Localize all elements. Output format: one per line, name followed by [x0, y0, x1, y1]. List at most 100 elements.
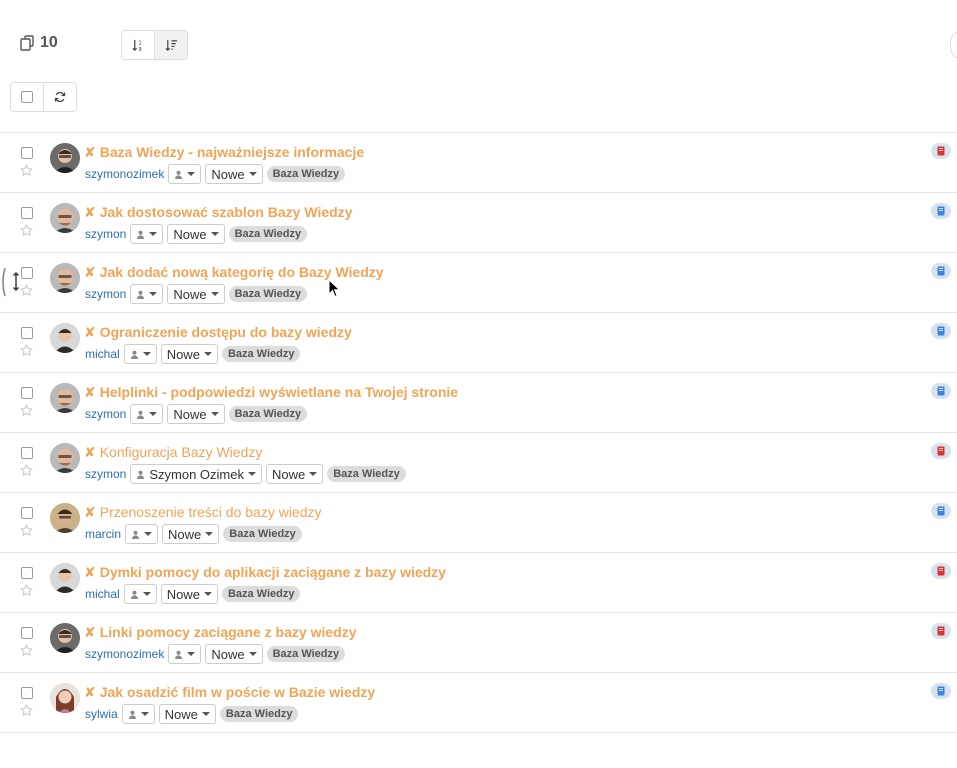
article-title-text[interactable]: Przenoszenie treści do bazy wiedzy: [100, 504, 322, 520]
author-link[interactable]: szymonozimek: [85, 647, 164, 661]
row-checkbox[interactable]: [21, 207, 33, 219]
select-all-button[interactable]: [11, 83, 43, 111]
assignee-dropdown[interactable]: [168, 644, 202, 664]
list-item[interactable]: ✘ Dymki pomocy do aplikacji zaciągane z b…: [0, 553, 957, 613]
star-icon[interactable]: [20, 224, 33, 237]
author-link[interactable]: szymon: [85, 467, 126, 481]
row-checkbox[interactable]: [21, 507, 33, 519]
author-link[interactable]: marcin: [85, 527, 121, 541]
row-checkbox[interactable]: [21, 567, 33, 579]
list-item[interactable]: ✘ Jak osadzić film w poście w Bazie wiedz…: [0, 673, 957, 733]
assignee-dropdown[interactable]: [123, 584, 157, 604]
row-checkbox[interactable]: [21, 687, 33, 699]
author-link[interactable]: michal: [85, 347, 120, 361]
assignee-dropdown[interactable]: [168, 164, 202, 184]
list-item[interactable]: ✘ Linki pomocy zaciągane z bazy wiedzy sz…: [0, 613, 957, 673]
author-link[interactable]: michal: [85, 587, 120, 601]
resize-handle[interactable]: [0, 262, 22, 302]
refresh-button[interactable]: [43, 83, 76, 111]
list-header: 10 19: [0, 0, 957, 130]
status-dropdown[interactable]: Nowe: [167, 224, 225, 244]
assignee-dropdown[interactable]: [130, 284, 164, 304]
author-link[interactable]: szymon: [85, 407, 126, 421]
person-icon: [130, 350, 138, 359]
category-tag[interactable]: Baza Wiedzy: [327, 466, 406, 482]
row-checkbox[interactable]: [21, 447, 33, 459]
row-checkbox[interactable]: [21, 627, 33, 639]
sort-list-button[interactable]: [154, 31, 187, 59]
category-tag[interactable]: Baza Wiedzy: [266, 166, 346, 182]
author-link[interactable]: sylwia: [85, 707, 118, 721]
article-title[interactable]: ✘ Helplinki - podpowiedzi wyświetlane na …: [84, 384, 458, 401]
star-icon[interactable]: [20, 644, 33, 657]
assignee-dropdown[interactable]: [121, 704, 155, 724]
list-item[interactable]: ✘ Jak dostosować szablon Bazy Wiedzy szym…: [0, 193, 957, 253]
row-checkbox[interactable]: [21, 267, 33, 279]
star-icon[interactable]: [20, 704, 33, 717]
article-title-text[interactable]: Baza Wiedzy - najważniejsze informacje: [100, 144, 364, 160]
category-tag[interactable]: Baza Wiedzy: [221, 586, 301, 602]
category-tag[interactable]: Baza Wiedzy: [228, 226, 308, 242]
article-title-text[interactable]: Konfiguracja Bazy Wiedzy: [100, 444, 263, 460]
assignee-dropdown[interactable]: Szymon Ozimek: [130, 464, 262, 484]
star-icon[interactable]: [20, 464, 33, 477]
assignee-dropdown[interactable]: [130, 224, 164, 244]
status-dropdown[interactable]: Nowe: [162, 524, 220, 544]
article-title[interactable]: ✘ Baza Wiedzy - najważniejsze informacje: [84, 144, 364, 161]
list-item[interactable]: ✘ Jak dodać nową kategorię do Bazy Wiedzy…: [0, 253, 957, 313]
article-title[interactable]: ✘ Konfiguracja Bazy Wiedzy: [84, 444, 262, 461]
sort-numeric-button[interactable]: 19: [122, 31, 154, 59]
status-dropdown[interactable]: Nowe: [158, 704, 216, 724]
assignee-dropdown[interactable]: [125, 524, 159, 544]
list-item[interactable]: ✘ Przenoszenie treści do bazy wiedzy marc…: [0, 493, 957, 553]
author-link[interactable]: szymon: [85, 287, 126, 301]
row-checkbox[interactable]: [21, 327, 33, 339]
person-icon: [137, 230, 145, 239]
status-dropdown[interactable]: Nowe: [160, 344, 218, 364]
category-tag[interactable]: Baza Wiedzy: [228, 286, 308, 302]
select-all-checkbox[interactable]: [21, 91, 33, 103]
star-icon[interactable]: [20, 584, 33, 597]
article-meta: szymonozimek Nowe Baza Wiedzy: [85, 644, 346, 664]
category-tag[interactable]: Baza Wiedzy: [221, 346, 301, 362]
category-tag[interactable]: Baza Wiedzy: [266, 646, 346, 662]
author-link[interactable]: szymonozimek: [85, 167, 164, 181]
list-item[interactable]: ✘ Baza Wiedzy - najważniejsze informacje …: [0, 133, 957, 193]
article-title-text[interactable]: Linki pomocy zaciągane z bazy wiedzy: [100, 624, 357, 640]
article-title[interactable]: ✘ Linki pomocy zaciągane z bazy wiedzy: [84, 624, 356, 641]
status-dropdown[interactable]: Nowe: [265, 464, 324, 484]
status-dropdown[interactable]: Nowe: [167, 404, 225, 424]
right-edge-button[interactable]: [950, 30, 957, 60]
list-item[interactable]: ✘ Ograniczenie dostępu do bazy wiedzy mic…: [0, 313, 957, 373]
close-icon: ✘: [84, 264, 96, 280]
status-dropdown[interactable]: Nowe: [167, 284, 225, 304]
category-tag[interactable]: Baza Wiedzy: [219, 706, 299, 722]
category-tag[interactable]: Baza Wiedzy: [228, 406, 308, 422]
status-dropdown[interactable]: Nowe: [160, 584, 218, 604]
article-title-text[interactable]: Dymki pomocy do aplikacji zaciągane z ba…: [100, 564, 446, 580]
category-tag[interactable]: Baza Wiedzy: [223, 526, 302, 542]
star-icon[interactable]: [20, 164, 33, 177]
row-checkbox[interactable]: [21, 387, 33, 399]
article-title[interactable]: ✘ Dymki pomocy do aplikacji zaciągane z b…: [84, 564, 446, 581]
star-icon[interactable]: [20, 404, 33, 417]
status-dropdown[interactable]: Nowe: [205, 644, 263, 664]
list-item[interactable]: ✘ Konfiguracja Bazy Wiedzy szymon Szymon …: [0, 433, 957, 493]
article-title[interactable]: ✘ Jak dostosować szablon Bazy Wiedzy: [84, 204, 352, 221]
status-dropdown[interactable]: Nowe: [205, 164, 263, 184]
assignee-dropdown[interactable]: [130, 404, 164, 424]
star-icon[interactable]: [20, 344, 33, 357]
list-item[interactable]: ✘ Helplinki - podpowiedzi wyświetlane na …: [0, 373, 957, 433]
article-title[interactable]: ✘ Ograniczenie dostępu do bazy wiedzy: [84, 324, 352, 341]
article-title-text[interactable]: Helplinki - podpowiedzi wyświetlane na T…: [100, 384, 458, 400]
article-title-text[interactable]: Jak osadzić film w poście w Bazie wiedzy: [100, 684, 375, 700]
author-link[interactable]: szymon: [85, 227, 126, 241]
article-title-text[interactable]: Jak dostosować szablon Bazy Wiedzy: [100, 204, 353, 220]
article-title[interactable]: ✘ Jak osadzić film w poście w Bazie wiedz…: [84, 684, 375, 701]
article-title[interactable]: ✘ Przenoszenie treści do bazy wiedzy: [84, 504, 322, 521]
assignee-dropdown[interactable]: [123, 344, 157, 364]
row-checkbox[interactable]: [21, 147, 33, 159]
article-title-text[interactable]: Jak dodać nową kategorię do Bazy Wiedzy: [100, 264, 384, 280]
star-icon[interactable]: [20, 524, 33, 537]
article-title-text[interactable]: Ograniczenie dostępu do bazy wiedzy: [100, 324, 352, 340]
